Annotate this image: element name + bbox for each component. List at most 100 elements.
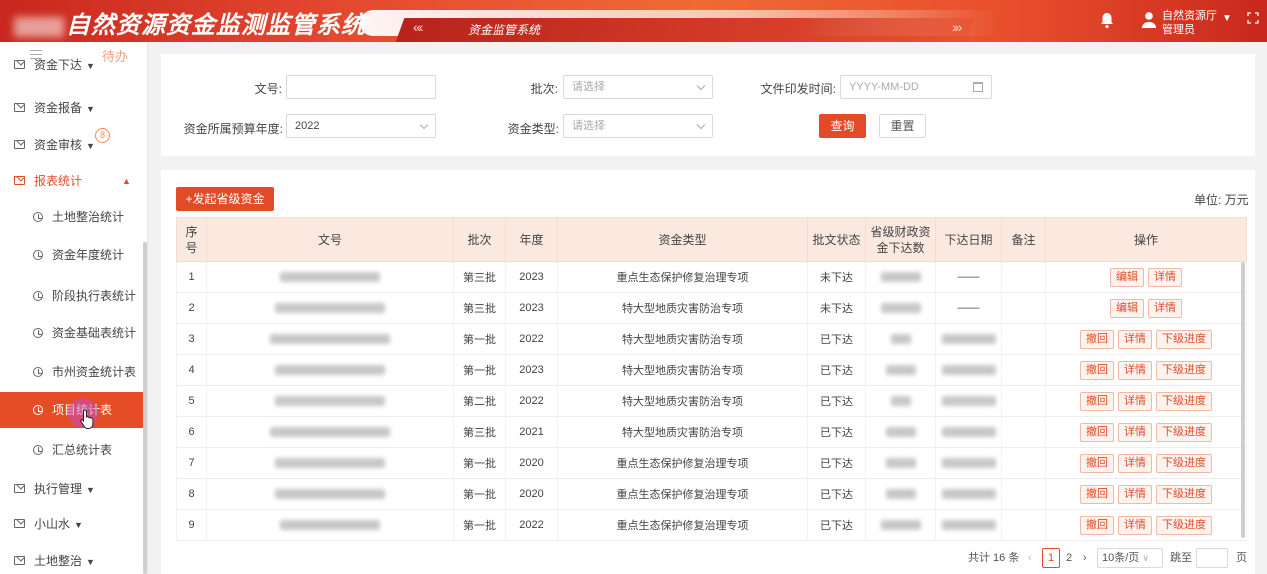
goto-page-input[interactable] [1196,548,1228,568]
nav-next-icon[interactable]: ›» [952,19,963,35]
add-provincial-fund-button[interactable]: +发起省级资金 [176,187,274,211]
cell-year: 2021 [505,416,558,448]
cell-remark [1001,478,1046,510]
submenu-fund-basic[interactable]: 资金基础表统计 [0,315,147,351]
cell-status: 已下达 [807,478,866,510]
cell-status: 已下达 [807,447,866,479]
cell-actions: 撤回 详情 下级进度 [1045,323,1247,355]
detail-button[interactable]: 详情 [1118,515,1152,535]
masked-value [941,334,996,345]
sidebar-item-execution[interactable]: 执行管理 ▼ [0,470,147,508]
cell-status: 已下达 [807,354,866,386]
withdraw-button[interactable]: 撤回 [1080,453,1114,473]
user-role[interactable]: 管理员 [1162,21,1195,37]
detail-button[interactable]: 详情 [1118,484,1152,504]
detail-button[interactable]: 详情 [1118,360,1152,380]
masked-value [941,365,996,376]
submenu-summary[interactable]: 汇总统计表 [0,432,147,468]
col-fund-type: 资金类型 [557,217,808,262]
sub-progress-button[interactable]: 下级进度 [1156,484,1212,504]
cell-doc-no [206,292,454,324]
cell-seq: 8 [176,478,207,510]
cell-actions: 编辑 详情 [1045,261,1247,293]
masked-value [275,303,385,314]
sidebar-item-label: 资金下达 ▼ [34,58,95,72]
sidebar: 待办 资金下达 ▼ 资金报备 ▼ 资金审核 ▼ 8 报表统计 ▲ 土地整治统计 资金年… [0,42,148,574]
bell-icon[interactable] [1100,11,1114,29]
masked-value [890,396,911,407]
clock-icon [33,405,43,415]
detail-button[interactable]: 详情 [1118,329,1152,349]
cell-doc-no [206,447,454,479]
cell-year: 2022 [505,323,558,355]
col-year: 年度 [505,217,558,262]
sub-progress-button[interactable]: 下级进度 [1156,391,1212,411]
clock-icon [33,328,43,338]
sub-progress-button[interactable]: 下级进度 [1156,453,1212,473]
reset-button[interactable]: 重置 [879,114,926,138]
submenu-label: 资金年度统计 [52,248,125,262]
sub-progress-button[interactable]: 下级进度 [1156,422,1212,442]
batch-select[interactable]: 请选择 [563,75,713,99]
table-row: 2 第三批 2023 特大型地质灾害防治专项 未下达 —— 编辑 详情 [176,292,1247,324]
detail-button[interactable]: 详情 [1148,267,1182,287]
chevron-down-icon[interactable]: ▼ [1222,13,1232,24]
withdraw-button[interactable]: 撤回 [1080,422,1114,442]
detail-button[interactable]: 详情 [1118,391,1152,411]
masked-value [885,458,916,469]
query-button[interactable]: 查询 [819,114,866,138]
page-1[interactable]: 1 [1042,548,1060,568]
edit-button[interactable]: 编辑 [1110,298,1144,318]
fund-type-label: 资金类型: [507,122,559,136]
withdraw-button[interactable]: 撤回 [1080,484,1114,504]
page-2[interactable]: 2 [1066,548,1072,568]
cell-actions: 撤回 详情 下级进度 [1045,354,1247,386]
mail-icon [14,140,25,149]
doc-no-label: 文号: [254,82,282,96]
withdraw-button[interactable]: 撤回 [1080,515,1114,535]
doc-no-input[interactable] [286,75,436,99]
sidebar-scrollbar[interactable] [143,242,147,574]
sub-progress-button[interactable]: 下级进度 [1156,329,1212,349]
masked-value [885,427,916,438]
sidebar-item-small-landscape[interactable]: 小山水 ▼ [0,505,147,543]
issue-time-picker[interactable]: YYYY-MM-DD [840,75,992,99]
cell-fund-type: 特大型地质灾害防治专项 [557,354,808,386]
submenu-annual-fund[interactable]: 资金年度统计 [0,237,147,273]
cell-amount [865,354,936,386]
next-page-icon[interactable]: › [1083,548,1087,568]
fullscreen-icon[interactable] [1247,12,1259,24]
edit-button[interactable]: 编辑 [1110,267,1144,287]
page-size-select[interactable]: 10条/页 ∨ [1097,548,1163,568]
cell-seq: 5 [176,385,207,417]
withdraw-button[interactable]: 撤回 [1080,360,1114,380]
budget-year-select[interactable]: 2022 [286,114,436,138]
submenu-label: 土地整治统计 [52,210,125,224]
table-scrollbar[interactable] [1241,262,1245,538]
sidebar-item-fund-report[interactable]: 资金报备 ▼ [0,89,147,127]
user-icon[interactable] [1142,11,1156,29]
cell-fund-type: 重点生态保护修复治理专项 [557,261,808,293]
sidebar-item-land-remediation[interactable]: 土地整治 ▼ [0,542,147,574]
table-row: 8 第一批 2020 重点生态保护修复治理专项 已下达 撤回 详情 下级进度 [176,478,1247,510]
prev-page-icon[interactable]: ‹ [1028,548,1032,568]
submenu-stage-execution[interactable]: 阶段执行表统计 [0,278,147,314]
sub-progress-button[interactable]: 下级进度 [1156,360,1212,380]
withdraw-button[interactable]: 撤回 [1080,329,1114,349]
detail-button[interactable]: 详情 [1118,453,1152,473]
cell-doc-no [206,385,454,417]
sidebar-item-report-stats[interactable]: 报表统计 ▲ [0,162,147,200]
sidebar-item-fund-audit[interactable]: 资金审核 ▼ [0,126,147,164]
cell-status: 已下达 [807,323,866,355]
sub-progress-button[interactable]: 下级进度 [1156,515,1212,535]
withdraw-button[interactable]: 撤回 [1080,391,1114,411]
nav-prev-icon[interactable]: «‹ [413,19,424,35]
sidebar-item-fund-issue[interactable]: 资金下达 ▼ [0,54,147,76]
detail-button[interactable]: 详情 [1118,422,1152,442]
batch-label: 批次: [530,82,558,96]
mail-icon [14,556,25,565]
detail-button[interactable]: 详情 [1148,298,1182,318]
submenu-land-remediation[interactable]: 土地整治统计 [0,199,147,235]
fund-type-select[interactable]: 请选择 [563,114,713,138]
submenu-city-fund[interactable]: 市州资金统计表 [0,354,147,390]
